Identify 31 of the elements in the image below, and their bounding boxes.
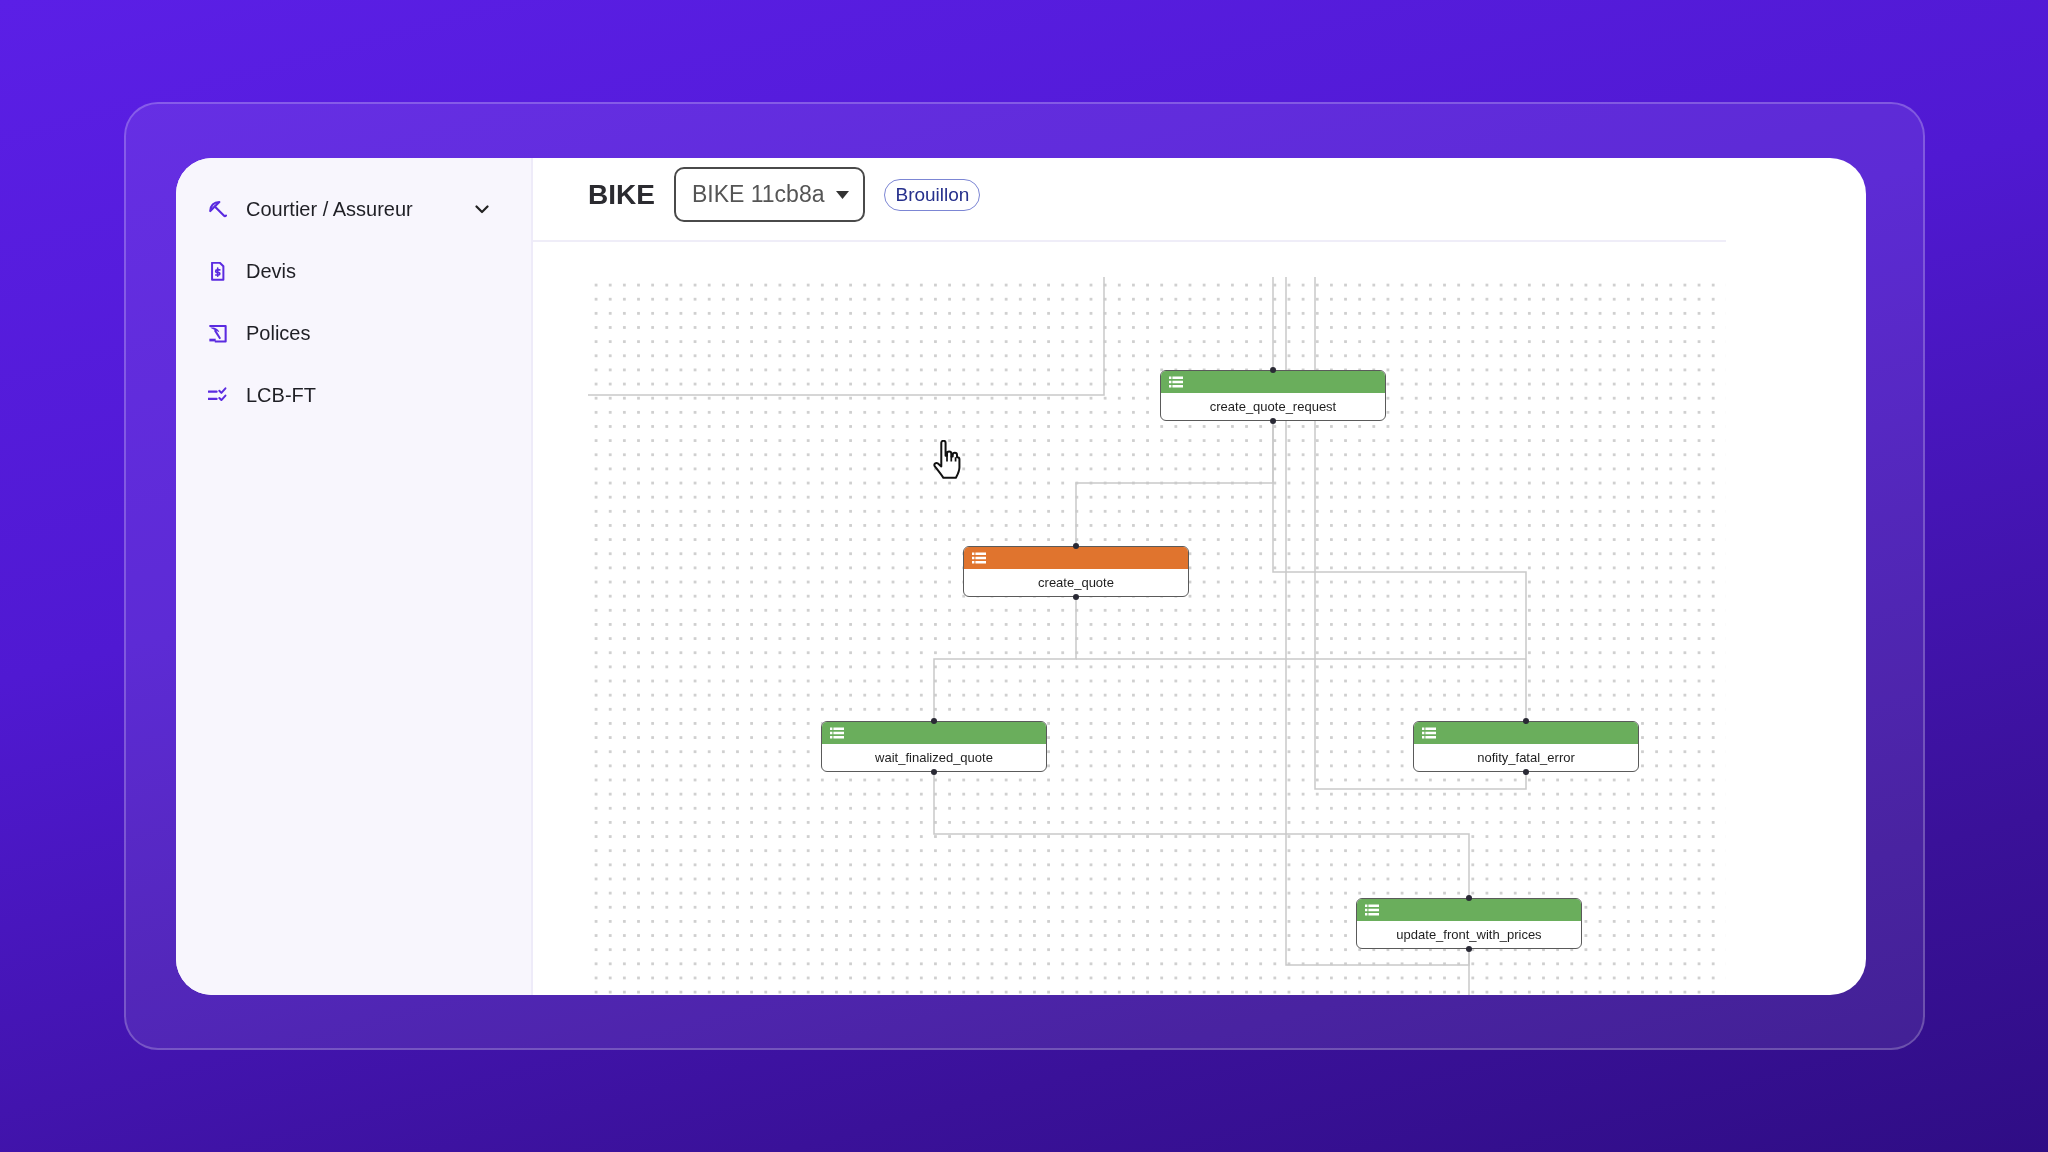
node-label: create_quote [1038, 575, 1114, 590]
list-icon [1365, 904, 1379, 916]
umbrella-icon [208, 199, 227, 219]
sidebar-item[interactable]: Devis [200, 240, 497, 302]
sidebar-item[interactable]: LCB-FT [200, 364, 497, 426]
port-dot-icon [1523, 769, 1529, 775]
caret-icon [836, 190, 850, 199]
port-dot-icon [1270, 418, 1276, 424]
port-dot-icon [931, 769, 937, 775]
node-label: update_front_with_prices [1396, 927, 1542, 942]
node-label: wait_finalized_quote [875, 750, 993, 765]
node-label: nofity_fatal_error [1477, 750, 1575, 765]
port-dot-icon [1466, 946, 1472, 952]
port-dot-icon [931, 718, 937, 724]
list-icon [1169, 376, 1183, 388]
hand-cursor-icon [931, 440, 963, 480]
node-label: create_quote_request [1209, 399, 1337, 414]
port-dot-icon [1073, 594, 1079, 600]
list-icon [972, 552, 986, 564]
port-dot-icon [1073, 543, 1079, 549]
port-dot-icon [1270, 367, 1276, 373]
port-dot-icon [1466, 895, 1472, 901]
port-dot-icon [1523, 718, 1529, 724]
page-title: BIKE [588, 178, 655, 211]
list-icon [1422, 727, 1436, 739]
framed-umbrella-icon [208, 323, 227, 343]
sidebar-item[interactable]: Courtier / Assureur [200, 178, 497, 240]
sidebar-item[interactable]: Polices [200, 302, 497, 364]
document-dollar-icon [208, 261, 227, 281]
list-icon [830, 727, 844, 739]
version-dropdown[interactable]: BIKE 11cb8a [673, 167, 866, 222]
